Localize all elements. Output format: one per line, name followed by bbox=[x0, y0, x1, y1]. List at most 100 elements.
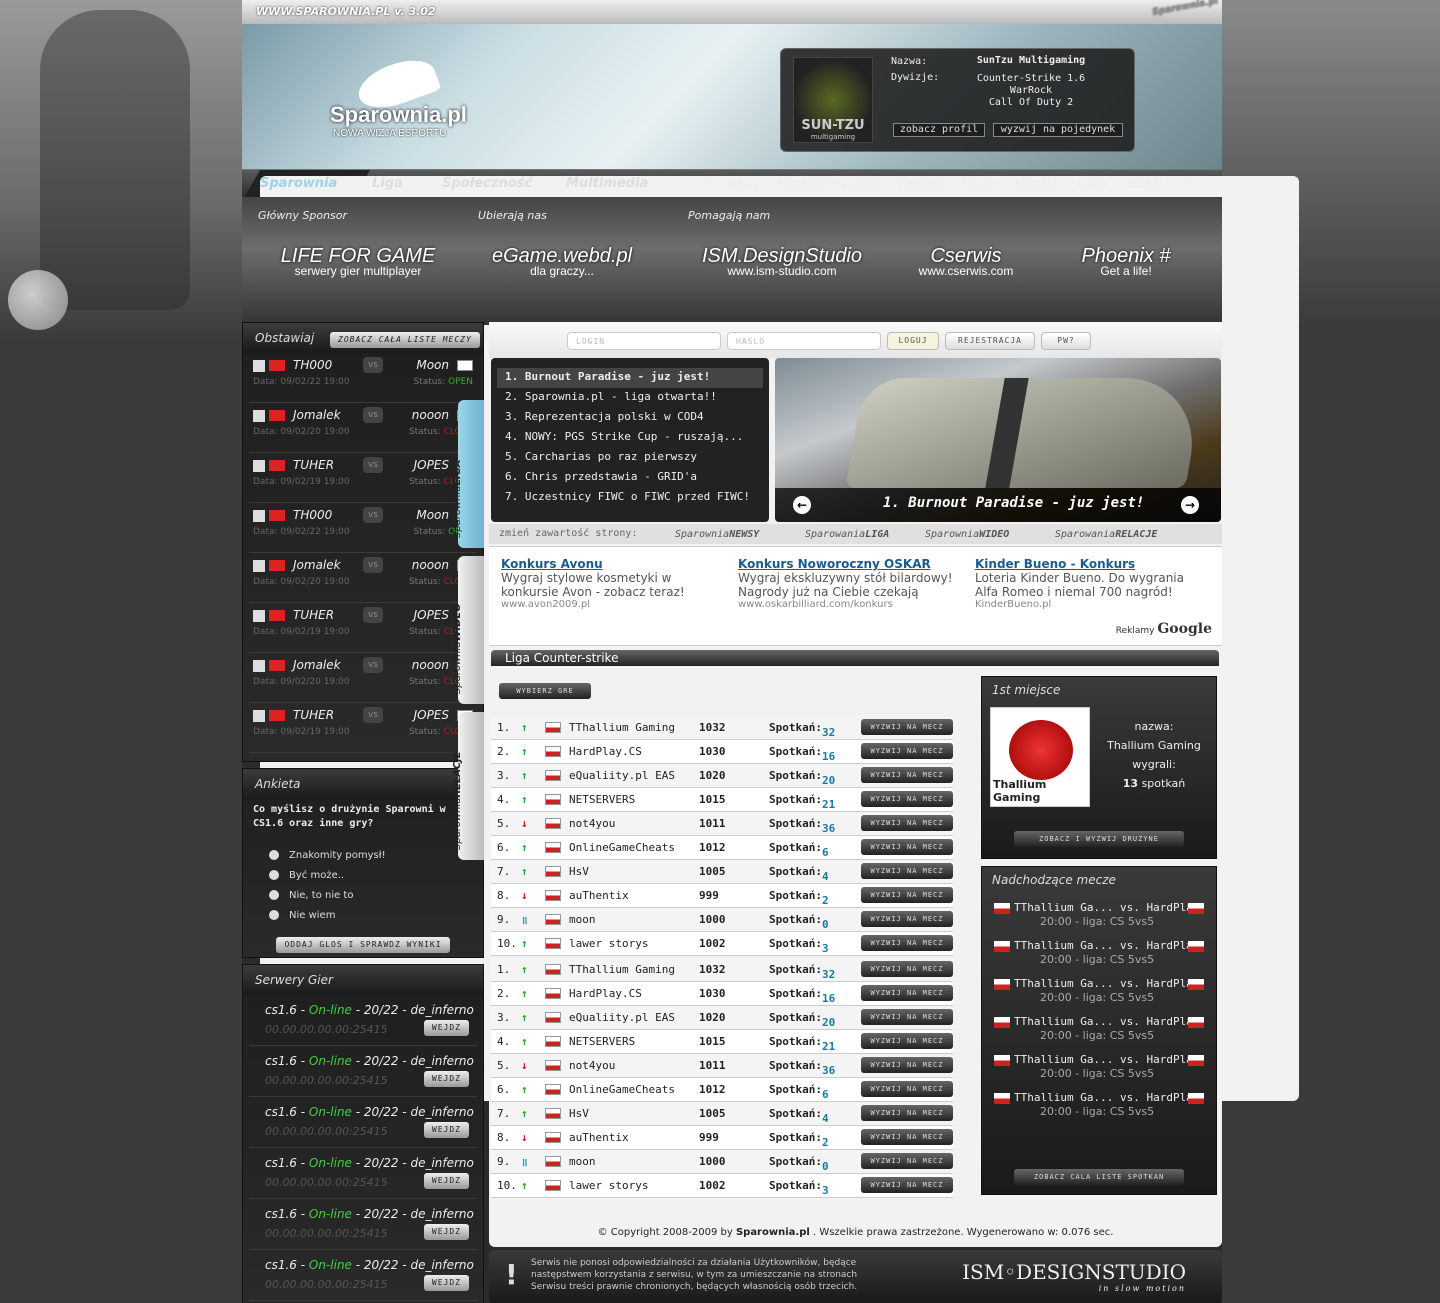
match-row[interactable]: Jomalek vs nooon Data: 09/02/20 19:00 St… bbox=[249, 403, 477, 453]
ad-kinder[interactable]: Kinder Bueno - Konkurs Loteria Kinder Bue… bbox=[975, 557, 1190, 610]
nav-forum[interactable]: Forum bbox=[961, 177, 996, 190]
team-name[interactable]: not4you bbox=[569, 1059, 615, 1072]
team-name[interactable]: eQualiity.pl EAS bbox=[569, 769, 675, 782]
challenge-button[interactable]: WYZWIJ NA MECZ bbox=[861, 863, 953, 879]
join-server-button[interactable]: WEJDZ bbox=[423, 1224, 469, 1240]
challenge-button[interactable]: wyzwij na pojedynek bbox=[993, 123, 1123, 137]
team-name[interactable]: HardPlay.CS bbox=[569, 745, 642, 758]
radio-icon[interactable] bbox=[269, 870, 279, 880]
team-name[interactable]: lawer storys bbox=[569, 937, 648, 950]
ad-oskar[interactable]: Konkurs Noworoczny OSKAR Wygraj ekskluzyw… bbox=[738, 557, 953, 610]
changer-wideo[interactable]: SparowniaWIDEO bbox=[925, 529, 1009, 540]
nav-archive[interactable]: Archiwum newsów bbox=[776, 177, 879, 190]
challenge-button[interactable]: WYZWIJ NA MECZ bbox=[861, 1081, 953, 1097]
register-button[interactable]: REJESTRACJA bbox=[945, 332, 1035, 350]
team-name[interactable]: eQualiity.pl EAS bbox=[569, 1011, 675, 1024]
challenge-button[interactable]: WYZWIJ NA MECZ bbox=[861, 767, 953, 783]
sponsor-cserwis[interactable]: Cserwis www.cserwis.com bbox=[896, 245, 1036, 278]
challenge-button[interactable]: WYZWIJ NA MECZ bbox=[861, 1009, 953, 1025]
match-row[interactable]: TUHER vs JOPES Data: 09/02/19 19:00 Stat… bbox=[249, 703, 477, 753]
match-row[interactable]: Jomalek vs nooon Data: 09/02/20 19:00 St… bbox=[249, 553, 477, 603]
upcoming-match[interactable]: TThallium Ga... vs. HardPlay 20:00 - lig… bbox=[990, 1087, 1210, 1125]
challenge-button[interactable]: WYZWIJ NA MECZ bbox=[861, 1057, 953, 1073]
ad-avon[interactable]: Konkurs Avonu Wygraj stylowe kosmetyki w … bbox=[501, 557, 716, 610]
challenge-button[interactable]: WYZWIJ NA MECZ bbox=[861, 839, 953, 855]
nav-bets[interactable]: Zakłady bbox=[898, 177, 942, 190]
join-server-button[interactable]: WEJDZ bbox=[423, 1173, 469, 1189]
poll-option[interactable]: Być może.. bbox=[243, 865, 483, 885]
radio-icon[interactable] bbox=[269, 890, 279, 900]
select-game-button[interactable]: WYBIERZ GRE bbox=[499, 683, 591, 699]
team-name[interactable]: HardPlay.CS bbox=[569, 987, 642, 1000]
news-item[interactable]: 6. Chris przedstawia - GRID'a bbox=[497, 468, 763, 488]
news-item[interactable]: 5. Carcharias po raz pierwszy bbox=[497, 448, 763, 468]
news-item[interactable]: 2. Sparownia.pl - liga otwarta!! bbox=[497, 388, 763, 408]
challenge-button[interactable]: WYZWIJ NA MECZ bbox=[861, 743, 953, 759]
team-name[interactable]: NETSERVERS bbox=[569, 1035, 635, 1048]
prev-arrow-icon[interactable]: ← bbox=[793, 496, 811, 514]
match-row[interactable]: TUHER vs JOPES Data: 09/02/19 19:00 Stat… bbox=[249, 453, 477, 503]
team-name[interactable]: HsV bbox=[569, 1107, 589, 1120]
nav-search[interactable]: Szukaj bbox=[1126, 177, 1162, 190]
poll-option[interactable]: Znakomity pomysł! bbox=[243, 845, 483, 865]
upcoming-match[interactable]: TThallium Ga... vs. HardPlay 20:00 - lig… bbox=[990, 897, 1210, 935]
match-row[interactable]: Jomalek vs nooon Data: 09/02/20 19:00 St… bbox=[249, 653, 477, 703]
tab-sparownia-relacje[interactable]: SparowniaRELACJE bbox=[452, 712, 484, 860]
news-item[interactable]: 7. Uczestnicy FIWC o FIWC przed FIWC! bbox=[497, 488, 763, 508]
sponsor-egame[interactable]: eGame.webd.pl dla graczy... bbox=[474, 245, 650, 278]
vote-button[interactable]: ODDAJ GLOS I SPRAWDZ WYNIKI bbox=[276, 937, 450, 953]
team-name[interactable]: OnlineGameCheats bbox=[569, 841, 675, 854]
nav-news[interactable]: News bbox=[728, 177, 758, 190]
team-name[interactable]: moon bbox=[569, 913, 596, 926]
password-input[interactable]: HASLO bbox=[727, 332, 881, 350]
changer-liga[interactable]: SparowaniaLIGA bbox=[805, 529, 889, 540]
challenge-button[interactable]: WYZWIJ NA MECZ bbox=[861, 1033, 953, 1049]
challenge-button[interactable]: WYZWIJ NA MECZ bbox=[861, 887, 953, 903]
news-item[interactable]: 1. Burnout Paradise - juz jest! bbox=[497, 368, 763, 388]
changer-relacje[interactable]: SparowaniaRELACJE bbox=[1055, 529, 1157, 540]
join-server-button[interactable]: WEJDZ bbox=[423, 1071, 469, 1087]
match-row[interactable]: TUHER vs JOPES Data: 09/02/19 19:00 Stat… bbox=[249, 603, 477, 653]
match-row[interactable]: TH000 vs Moon Data: 09/02/22 19:00 Statu… bbox=[249, 353, 477, 403]
team-name[interactable]: not4you bbox=[569, 817, 615, 830]
login-button[interactable]: LOGUJ bbox=[887, 332, 939, 350]
thallium-logo[interactable]: Thallium Gaming bbox=[990, 707, 1090, 807]
upcoming-match[interactable]: TThallium Ga... vs. HardPlay 20:00 - lig… bbox=[990, 1049, 1210, 1087]
team-name[interactable]: lawer storys bbox=[569, 1179, 648, 1192]
changer-newsy[interactable]: SparowniaNEWSY bbox=[675, 529, 759, 540]
news-item[interactable]: 4. NOWY: PGS Strike Cup - ruszają... bbox=[497, 428, 763, 448]
radio-icon[interactable] bbox=[269, 910, 279, 920]
challenge-button[interactable]: WYZWIJ NA MECZ bbox=[861, 1153, 953, 1169]
poll-option[interactable]: Nie, to nie to bbox=[243, 885, 483, 905]
google-ads-label[interactable]: Reklamy Google bbox=[1116, 621, 1212, 637]
team-name[interactable]: TThallium Gaming bbox=[569, 963, 675, 976]
team-name[interactable]: HsV bbox=[569, 865, 589, 878]
view-profile-button[interactable]: zobacz profil bbox=[893, 123, 985, 137]
challenge-button[interactable]: WYZWIJ NA MECZ bbox=[861, 935, 953, 951]
all-matches-button[interactable]: ZOBACZ CAŁA LISTE MECZY bbox=[330, 332, 480, 348]
team-name[interactable]: moon bbox=[569, 1155, 596, 1168]
news-item[interactable]: 3. Reprezentacja polski w COD4 bbox=[497, 408, 763, 428]
challenge-button[interactable]: WYZWIJ NA MECZ bbox=[861, 815, 953, 831]
sponsor-lifeforgame[interactable]: LIFE FOR GAME serwery gier multiplayer bbox=[270, 245, 446, 278]
upcoming-match[interactable]: TThallium Ga... vs. HardPlay 20:00 - lig… bbox=[990, 935, 1210, 973]
team-name[interactable]: TThallium Gaming bbox=[569, 721, 675, 734]
challenge-button[interactable]: WYZWIJ NA MECZ bbox=[861, 911, 953, 927]
site-url[interactable]: WWW.SPAROWNIA.PL bbox=[256, 5, 390, 18]
tab-sparownia-liga[interactable]: SparowniaLIGA bbox=[452, 400, 484, 548]
challenge-button[interactable]: WYZWIJ NA MECZ bbox=[861, 1177, 953, 1193]
match-row[interactable]: TH000 vs Moon Data: 09/02/22 19:00 Statu… bbox=[249, 503, 477, 553]
sponsor-ism[interactable]: ISM.DesignStudio www.ism-studio.com bbox=[682, 245, 882, 278]
next-arrow-icon[interactable]: → bbox=[1181, 496, 1199, 514]
team-name[interactable]: NETSERVERS bbox=[569, 793, 635, 806]
challenge-button[interactable]: WYZWIJ NA MECZ bbox=[861, 985, 953, 1001]
login-input[interactable]: LOGIN bbox=[567, 332, 721, 350]
nav-team[interactable]: Ekipa bbox=[1077, 177, 1107, 190]
team-name[interactable]: auThentix bbox=[569, 1131, 629, 1144]
challenge-button[interactable]: WYZWIJ NA MECZ bbox=[861, 1105, 953, 1121]
challenge-button[interactable]: WYZWIJ NA MECZ bbox=[861, 719, 953, 735]
all-meetings-button[interactable]: ZOBACZ CALA LISTE SPOTKAN bbox=[1014, 1169, 1184, 1185]
join-server-button[interactable]: WEJDZ bbox=[423, 1275, 469, 1291]
upcoming-match[interactable]: TThallium Ga... vs. HardPlay 20:00 - lig… bbox=[990, 973, 1210, 1011]
radio-icon[interactable] bbox=[269, 850, 279, 860]
